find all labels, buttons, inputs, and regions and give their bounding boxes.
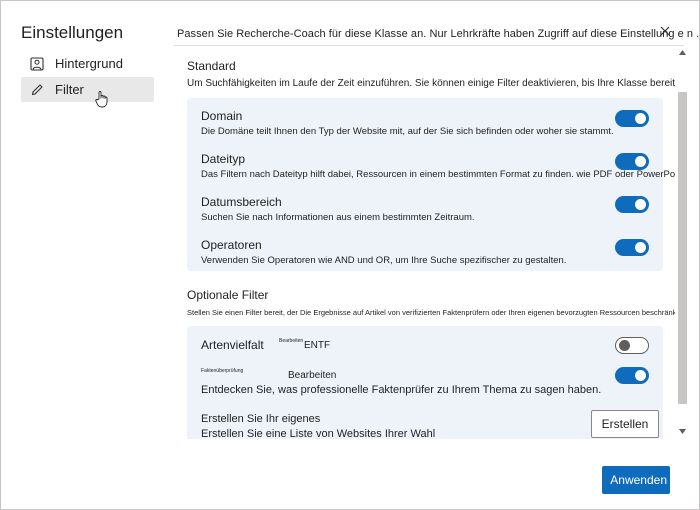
standard-card: Domain Die Domäne teilt Ihnen den Typ de… <box>187 98 675 271</box>
close-icon <box>660 26 670 36</box>
scrollbar[interactable] <box>676 46 689 439</box>
artenvielfalt-delete-link[interactable]: ENTF <box>304 340 330 351</box>
filter-desc-dateityp: Das Filtern nach Dateityp hilft dabei, R… <box>201 169 675 180</box>
toggle-faktenpruefung[interactable] <box>615 367 649 384</box>
filter-desc-datumsbereich: Suchen Sie nach Informationen aus einem … <box>201 212 475 223</box>
sidebar-item-label: Filter <box>55 82 84 97</box>
pencil-icon <box>29 82 45 98</box>
section-desc-standard: Um Suchfähigkeiten im Laufe der Zeit ein… <box>187 78 675 89</box>
filter-title-operatoren: Operatoren <box>201 238 262 252</box>
filter-title-domain: Domain <box>201 109 243 123</box>
toggle-datumsbereich[interactable] <box>615 196 649 213</box>
settings-dialog: Einstellungen Hintergrund Filter Passen … <box>0 0 700 510</box>
toggle-domain[interactable] <box>615 110 649 127</box>
create-own-title: Erstellen Sie Ihr eigenes <box>201 413 321 425</box>
filter-desc-operatoren: Verwenden Sie Operatoren wie AND und OR,… <box>201 255 567 266</box>
image-icon <box>29 56 45 72</box>
scroll-thumb[interactable] <box>678 92 687 404</box>
toggle-dateityp[interactable] <box>615 153 649 170</box>
filter-desc-domain: Die Domäne teilt Ihnen den Typ der Websi… <box>201 126 614 137</box>
section-title-standard: Standard <box>187 59 236 73</box>
sidebar-item-label: Hintergrund <box>55 56 123 71</box>
section-desc-optional: Stellen Sie einen Filter bereit, der Die… <box>187 308 675 317</box>
sidebar-item-hintergrund[interactable]: Hintergrund <box>21 51 154 76</box>
toggle-artenvielfalt[interactable] <box>615 337 649 354</box>
scroll-down-arrow-icon[interactable] <box>678 427 687 436</box>
hand-cursor-icon <box>95 90 109 113</box>
create-own-desc: Erstellen Sie eine Liste von Websites Ih… <box>201 428 436 439</box>
faktenpruefung-edit-link[interactable]: Bearbeiten <box>288 370 336 381</box>
optional-card: Artenvielfalt Bearbeiten ENTF Faktenüber… <box>187 326 663 439</box>
section-title-optional: Optionale Filter <box>187 288 269 302</box>
create-button[interactable]: Erstellen <box>591 410 659 438</box>
apply-button[interactable]: Anwenden <box>602 466 670 494</box>
sidebar-item-filter[interactable]: Filter <box>21 77 154 102</box>
close-button[interactable] <box>655 21 675 41</box>
filter-title-dateityp: Dateityp <box>201 152 246 166</box>
scroll-up-arrow-icon[interactable] <box>678 48 687 57</box>
toggle-operatoren[interactable] <box>615 239 649 256</box>
sidebar-title: Einstellungen <box>21 23 124 42</box>
filter-title-datumsbereich: Datumsbereich <box>201 195 282 209</box>
filter-title-artenvielfalt: Artenvielfalt <box>201 338 264 352</box>
artenvielfalt-edit-label[interactable]: Bearbeiten <box>279 338 303 344</box>
filter-desc-faktenpruefung: Entdecken Sie, was professionelle Fakten… <box>201 384 602 396</box>
settings-pane[interactable]: Standard Um Suchfähigkeiten im Laufe der… <box>177 46 675 439</box>
faktenpruefung-label: Faktenüberprüfung <box>201 368 244 374</box>
intro-text: Passen Sie Recherche-Coach für diese Kla… <box>177 28 700 40</box>
